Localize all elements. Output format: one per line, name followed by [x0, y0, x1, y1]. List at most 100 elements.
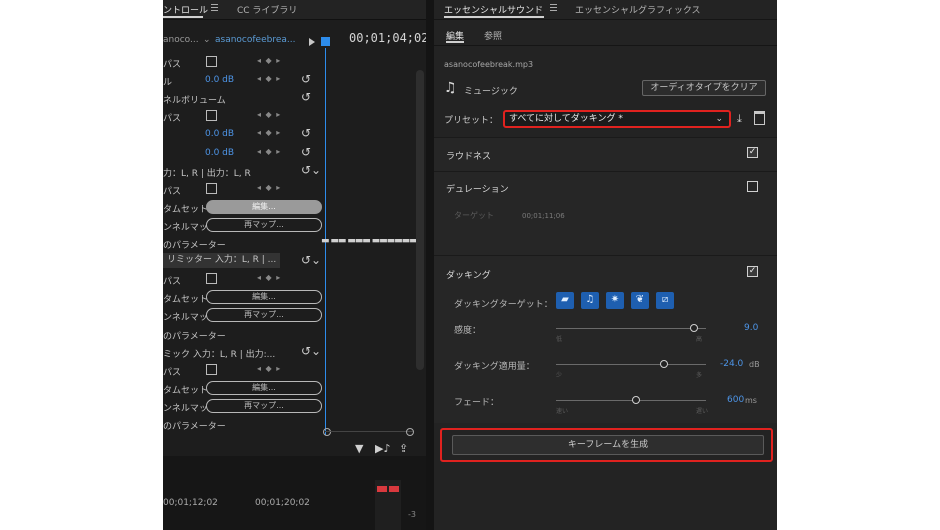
play-icon[interactable]	[309, 38, 315, 46]
duration-target-time: 00;01;11;06	[522, 212, 565, 220]
keyframe-nav-icon[interactable]: ◂ ◆ ▸	[257, 273, 281, 282]
dialogue-icon[interactable]: ▰	[556, 292, 574, 309]
bypass-checkbox[interactable]	[206, 273, 217, 285]
tab-essential-graphics[interactable]: エッセンシャルグラフィックス	[575, 3, 701, 16]
keyframe-nav-icon[interactable]: ◂ ◆ ▸	[257, 74, 281, 83]
music-icon[interactable]: ♫	[581, 292, 599, 309]
generate-keyframes-button[interactable]: キーフレームを生成	[452, 435, 764, 455]
keyframe-nav-icon[interactable]: ◂ ◆ ▸	[257, 56, 281, 65]
slider-value[interactable]: -24.0	[720, 359, 743, 369]
effect-label: のパラメーター	[163, 422, 226, 432]
effect-label: ンネルマッ	[163, 403, 208, 414]
reset-icon[interactable]: ↺⌄	[301, 163, 321, 177]
slider-track[interactable]	[556, 364, 706, 365]
slider-value[interactable]: 600	[727, 395, 744, 405]
essential-tabs: エッセンシャルサウンド エッセンシャルグラフィックス	[434, 0, 777, 20]
loudness-title[interactable]: ラウドネス	[446, 149, 491, 162]
active-tab-underline	[163, 16, 203, 18]
music-note-icon: ♫	[444, 80, 457, 96]
reset-icon[interactable]: ↺	[301, 72, 311, 86]
slider-label: 感度：	[454, 326, 482, 336]
effect-label: タムセット	[163, 204, 209, 215]
meter-peak-left	[377, 486, 387, 492]
source-clip[interactable]: anoco...	[163, 35, 199, 45]
keyframe-nav-icon[interactable]: ◂ ◆ ▸	[257, 147, 281, 156]
panel-divider[interactable]	[426, 0, 434, 530]
effect-button[interactable]: 編集...	[206, 290, 322, 305]
bypass-checkbox[interactable]	[206, 182, 217, 194]
clear-audio-type-button[interactable]: オーディオタイプをクリア	[642, 80, 766, 96]
bypass-checkbox[interactable]	[206, 110, 217, 122]
bypass-checkbox[interactable]	[206, 56, 217, 67]
slider-track[interactable]	[556, 328, 706, 329]
effect-row: パス ◂ ◆ ▸	[163, 107, 426, 125]
slider-track[interactable]	[556, 400, 706, 401]
reset-icon[interactable]: ↺	[301, 90, 311, 104]
duration-title[interactable]: デュレーション	[446, 182, 509, 195]
slider-knob[interactable]	[660, 360, 668, 368]
ducking-checkbox[interactable]: ✓	[747, 266, 758, 277]
trash-icon[interactable]	[754, 111, 765, 125]
reset-icon[interactable]: ↺	[301, 145, 311, 159]
chevron-down-icon[interactable]: ⌄	[203, 35, 211, 45]
zoom-handle-right[interactable]	[406, 428, 414, 436]
effect-label: タムセット	[163, 385, 209, 396]
effect-value[interactable]: 0.0 dB	[205, 75, 234, 85]
effect-label: パス	[163, 367, 182, 378]
vertical-scrollbar[interactable]	[416, 70, 424, 370]
effect-label: のパラメーター	[163, 241, 226, 251]
unclassified-icon[interactable]: ⧄	[656, 292, 674, 309]
subtab-underline	[446, 41, 464, 43]
effect-row: タムセット 編集...	[163, 288, 426, 306]
sequence-clip[interactable]: asanocofeebrea...	[215, 35, 295, 45]
effect-button[interactable]: 再マップ...	[206, 398, 322, 413]
keyframe-nav-icon[interactable]: ◂ ◆ ▸	[257, 128, 281, 137]
keyframe-nav-icon[interactable]: ◂ ◆ ▸	[257, 183, 281, 192]
slider-min-label: 速い	[556, 408, 569, 415]
tab-essential-sound[interactable]: エッセンシャルサウンド	[444, 3, 543, 16]
playhead-handle[interactable]	[321, 37, 330, 46]
slider-knob[interactable]	[690, 324, 698, 332]
effect-value[interactable]: 0.0 dB	[205, 129, 234, 139]
preset-label: プリセット：	[444, 116, 499, 126]
horizontal-scrollbar[interactable]	[325, 431, 413, 437]
save-preset-icon[interactable]: ⤓	[737, 112, 742, 126]
effect-label: パス	[163, 114, 182, 125]
ducking-target-label: ダッキングターゲット：	[454, 300, 553, 310]
slider-label: フェード：	[454, 398, 500, 408]
tab-effect-controls[interactable]: ントロール	[163, 3, 208, 16]
slider-knob[interactable]	[631, 396, 640, 404]
keyframe-nav-icon[interactable]: ◂ ◆ ▸	[257, 110, 281, 119]
play-audio-icon[interactable]: ▶♪	[375, 442, 390, 455]
tab-cc-libraries[interactable]: CC ライブラリ	[237, 3, 297, 16]
filter-icon[interactable]: ▼	[355, 442, 363, 455]
ambience-icon[interactable]: ❦	[631, 292, 649, 309]
reset-icon[interactable]: ↺	[301, 126, 311, 140]
keyframe-markers: ▬ ▬▬ ▬▬▬ ▬▬▬▬▬▬	[321, 236, 418, 246]
effect-row: ンネルマッ 再マップ...	[163, 216, 426, 234]
panel-menu-icon[interactable]	[550, 4, 557, 11]
reset-icon[interactable]: ↺⌄	[301, 253, 321, 267]
effect-button[interactable]: 再マップ...	[206, 217, 322, 232]
slider-value[interactable]: 9.0	[744, 323, 758, 333]
effect-button[interactable]: 再マップ...	[206, 308, 322, 323]
effect-row: パス ◂ ◆ ▸	[163, 270, 426, 288]
keyframe-nav-icon[interactable]: ◂ ◆ ▸	[257, 364, 281, 373]
reset-icon[interactable]: ↺⌄	[301, 344, 321, 358]
effect-button[interactable]: 編集...	[206, 380, 322, 395]
effect-button[interactable]: 編集...	[206, 199, 322, 214]
tab-browse[interactable]: 参照	[484, 29, 502, 42]
essential-sound-panel: エッセンシャルサウンド エッセンシャルグラフィックス 編集 参照 asanoco…	[434, 0, 777, 530]
slider-max-label: 多	[696, 372, 703, 379]
meter-scale: -3	[408, 510, 416, 519]
panel-menu-icon[interactable]	[211, 4, 218, 11]
preset-dropdown[interactable]: すべてに対してダッキング * ⌄	[503, 110, 731, 128]
ducking-title[interactable]: ダッキング	[446, 268, 491, 281]
export-icon[interactable]: ⇪	[399, 442, 408, 455]
bypass-checkbox[interactable]	[206, 363, 217, 375]
loudness-checkbox[interactable]: ✓	[747, 147, 758, 158]
effect-value[interactable]: 0.0 dB	[205, 148, 234, 158]
timecode-display[interactable]: 00;01;04;02	[349, 31, 426, 45]
duration-checkbox[interactable]	[747, 181, 758, 192]
sfx-icon[interactable]: ✷	[606, 292, 624, 309]
